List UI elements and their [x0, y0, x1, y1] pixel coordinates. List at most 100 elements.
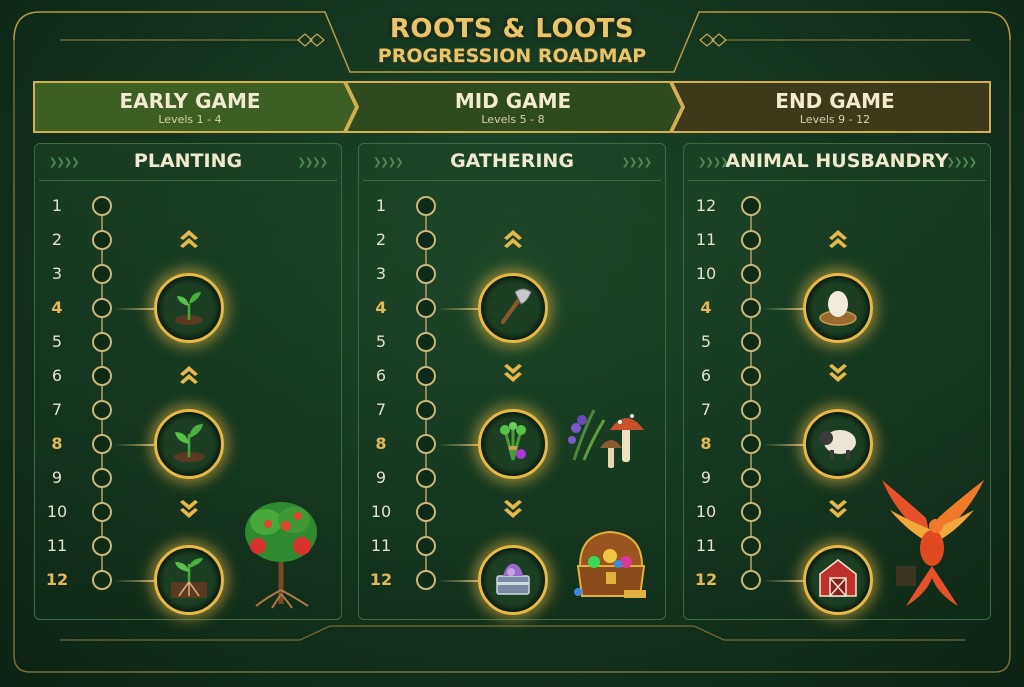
level-node[interactable] — [416, 366, 436, 386]
level-node[interactable] — [92, 196, 112, 216]
level-node[interactable] — [416, 230, 436, 250]
axe-icon — [491, 284, 535, 332]
milestone-medal[interactable] — [154, 273, 224, 343]
level-node[interactable] — [416, 502, 436, 522]
level-node[interactable] — [416, 570, 436, 590]
young-plant-icon — [167, 420, 211, 468]
divider — [363, 180, 661, 181]
milestone-connector — [438, 580, 482, 582]
up-chevron-icon — [180, 366, 198, 384]
level-node[interactable] — [92, 502, 112, 522]
milestone-medal[interactable] — [803, 409, 873, 479]
level-node[interactable] — [416, 264, 436, 284]
chevron-decor-icon: ❯❯❯❯ — [621, 157, 651, 168]
level-node[interactable] — [741, 570, 761, 590]
herbs-and-mushrooms-icon — [568, 409, 644, 468]
level-node[interactable] — [741, 366, 761, 386]
milestone-connector — [438, 444, 482, 446]
level-number: 8 — [700, 434, 712, 453]
track-line — [750, 206, 752, 580]
level-node[interactable] — [92, 400, 112, 420]
level-node[interactable] — [741, 298, 761, 318]
level-number: 11 — [46, 536, 68, 555]
down-chevron-icon — [504, 364, 522, 382]
level-number: 6 — [51, 366, 63, 385]
level-number: 10 — [695, 264, 717, 283]
panel-title: GATHERING — [450, 150, 574, 172]
phase-early-game[interactable]: EARLY GAME Levels 1 - 4 — [34, 82, 346, 132]
level-node[interactable] — [92, 298, 112, 318]
track-line — [425, 206, 427, 580]
level-node[interactable] — [741, 230, 761, 250]
sheep-icon — [816, 420, 860, 468]
level-node[interactable] — [741, 264, 761, 284]
level-node[interactable] — [92, 536, 112, 556]
level-number: 12 — [369, 570, 393, 589]
milestone-medal[interactable] — [154, 545, 224, 615]
up-chevron-icon — [829, 230, 847, 248]
level-node[interactable] — [741, 502, 761, 522]
level-number: 6 — [700, 366, 712, 385]
divider — [39, 180, 337, 181]
level-node[interactable] — [741, 434, 761, 454]
level-number: 12 — [694, 570, 718, 589]
level-node[interactable] — [741, 196, 761, 216]
level-node[interactable] — [416, 332, 436, 352]
milestone-connector — [763, 580, 807, 582]
seedling-sprout-icon — [167, 284, 211, 332]
level-node[interactable] — [741, 468, 761, 488]
track-line — [101, 206, 103, 580]
level-number: 3 — [51, 264, 63, 283]
level-node[interactable] — [741, 400, 761, 420]
milestone-medal[interactable] — [478, 273, 548, 343]
level-node[interactable] — [92, 468, 112, 488]
level-number: 2 — [375, 230, 387, 249]
down-chevron-icon — [180, 500, 198, 518]
milestone-medal[interactable] — [478, 409, 548, 479]
level-node[interactable] — [92, 230, 112, 250]
level-number: 8 — [375, 434, 387, 453]
level-node[interactable] — [416, 434, 436, 454]
level-number: 7 — [51, 400, 63, 419]
level-node[interactable] — [741, 332, 761, 352]
level-number: 9 — [375, 468, 387, 487]
phase-label: MID GAME — [454, 89, 572, 113]
milestone-connector — [114, 580, 158, 582]
level-number: 5 — [375, 332, 387, 351]
level-node[interactable] — [416, 468, 436, 488]
phoenix-icon — [882, 480, 984, 606]
level-node[interactable] — [92, 366, 112, 386]
phase-end-game[interactable]: END GAME Levels 9 - 12 — [680, 82, 990, 132]
level-number: 10 — [370, 502, 392, 521]
barn-icon — [816, 556, 860, 604]
level-number: 1 — [375, 196, 387, 215]
milestone-connector — [114, 308, 158, 310]
milestone-connector — [438, 308, 482, 310]
phase-label: END GAME — [775, 89, 895, 113]
phase-mid-game[interactable]: MID GAME Levels 5 - 8 — [356, 82, 670, 132]
milestone-connector — [763, 444, 807, 446]
level-number: 11 — [695, 230, 717, 249]
level-node[interactable] — [416, 196, 436, 216]
chevron-decor-icon: ❯❯❯❯ — [946, 157, 976, 168]
level-node[interactable] — [416, 298, 436, 318]
milestone-medal[interactable] — [154, 409, 224, 479]
level-node[interactable] — [92, 434, 112, 454]
level-node[interactable] — [92, 264, 112, 284]
level-node[interactable] — [741, 536, 761, 556]
phase-levels: Levels 9 - 12 — [799, 113, 871, 126]
level-node[interactable] — [92, 570, 112, 590]
level-number: 7 — [375, 400, 387, 419]
level-node[interactable] — [416, 536, 436, 556]
level-number: 2 — [51, 230, 63, 249]
level-node[interactable] — [416, 400, 436, 420]
up-chevron-icon — [504, 230, 522, 248]
milestone-medal[interactable] — [803, 273, 873, 343]
phase-label: EARLY GAME — [119, 89, 261, 113]
down-chevron-icon — [829, 500, 847, 518]
herb-bundle-icon — [491, 420, 535, 468]
milestone-connector — [763, 308, 807, 310]
level-node[interactable] — [92, 332, 112, 352]
milestone-medal[interactable] — [478, 545, 548, 615]
milestone-medal[interactable] — [803, 545, 873, 615]
